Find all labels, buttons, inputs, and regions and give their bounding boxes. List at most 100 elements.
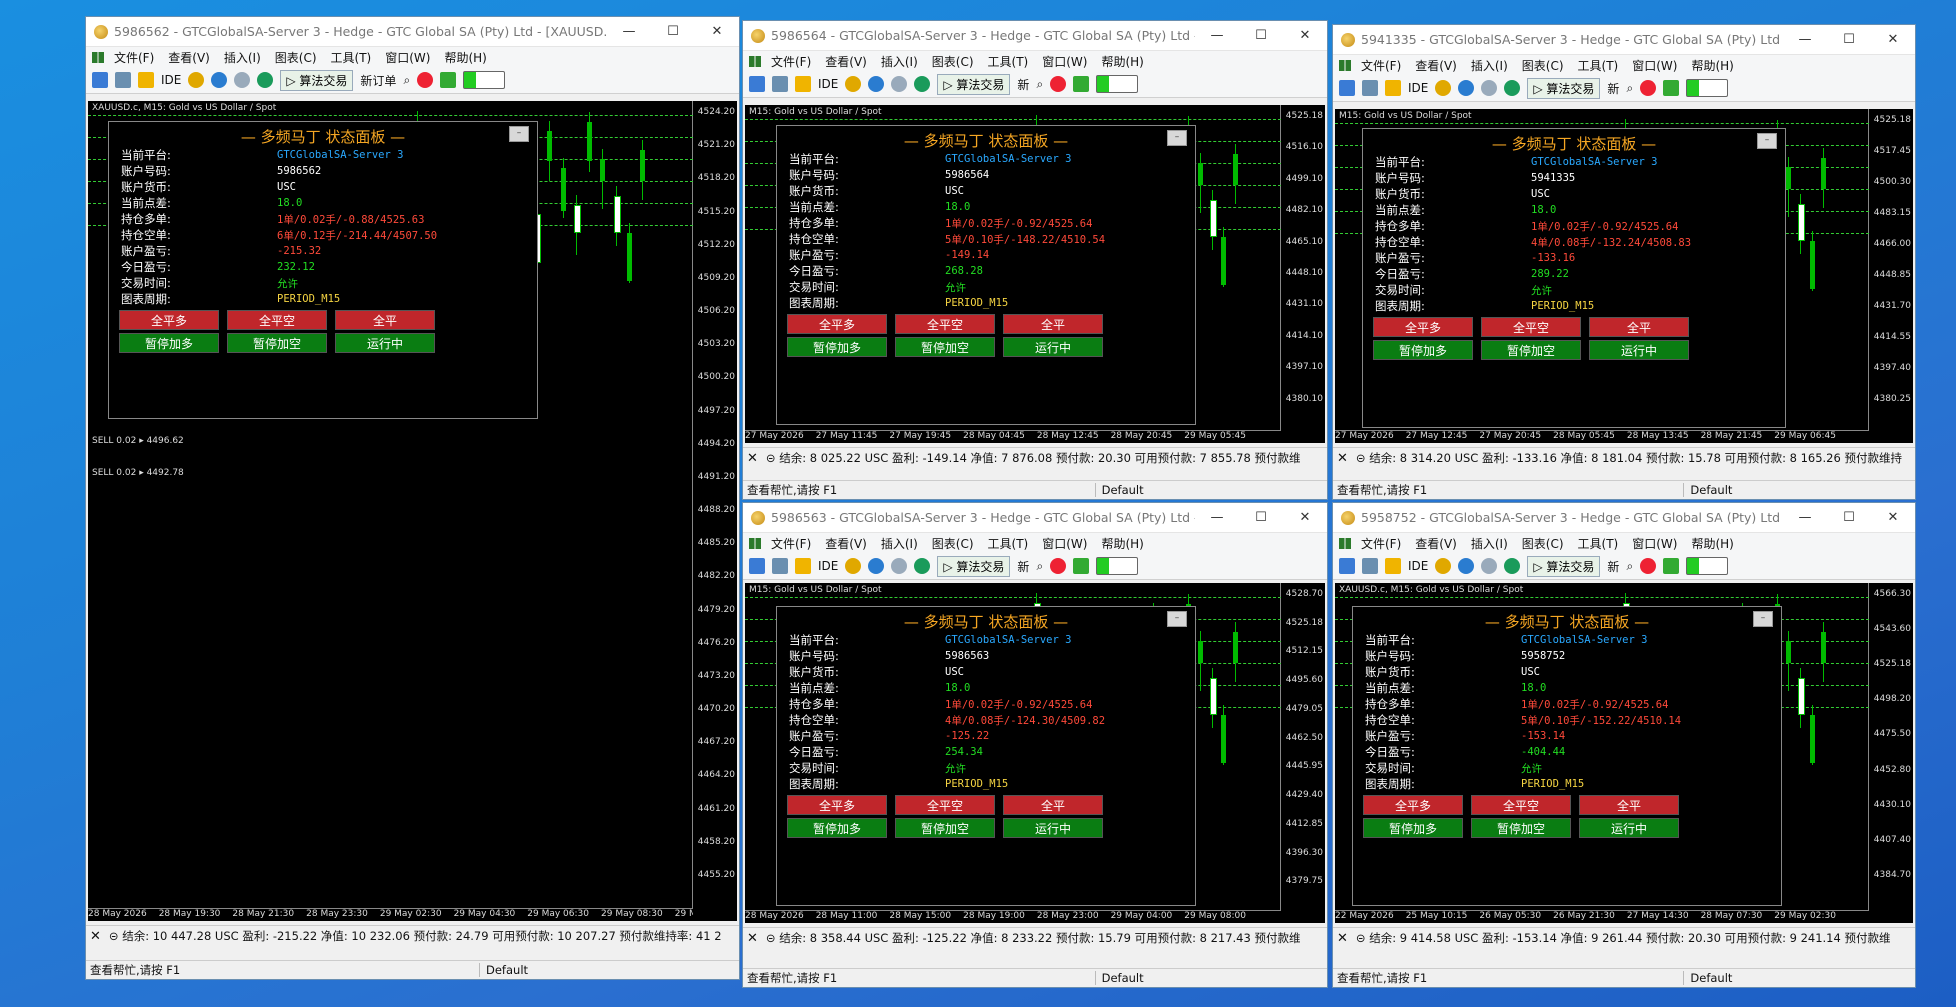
control-button[interactable]: 暂停加空 [227,333,327,353]
search-icon[interactable]: ⌕ [1626,81,1633,96]
menu-item[interactable]: 插入(I) [224,49,261,66]
search-icon[interactable]: ⌕ [403,73,410,88]
minimize-button[interactable]: — [1195,510,1239,525]
menu-item[interactable]: 工具(T) [988,535,1029,552]
close-button[interactable]: 全平 [335,310,435,330]
menu-item[interactable]: 文件(F) [771,53,811,70]
close-button[interactable]: 全平空 [1471,795,1571,815]
close-button[interactable]: 全平空 [895,314,995,334]
panel-collapse-button[interactable]: – [509,126,529,142]
close-button[interactable]: ✕ [695,24,739,39]
close-button[interactable]: ✕ [1871,510,1915,525]
close-button[interactable]: ✕ [1283,28,1327,43]
close-button[interactable]: 全平多 [119,310,219,330]
menu-item[interactable]: 查看(V) [1415,535,1457,552]
close-button[interactable]: ✕ [1283,510,1327,525]
notification-icon[interactable] [1640,80,1657,96]
minimize-button[interactable]: — [607,24,651,39]
control-button[interactable]: 运行中 [1589,340,1689,360]
menu-item[interactable]: 帮助(H) [1101,535,1143,552]
maximize-button[interactable]: ☐ [1827,510,1871,525]
algo-trading-button[interactable]: ▷ 算法交易 [937,73,1011,95]
maximize-button[interactable]: ☐ [1239,510,1283,525]
ide-button[interactable]: IDE [1408,559,1428,573]
title-bar[interactable]: 5941335 - GTCGlobalSA-Server 3 - Hedge -… [1333,25,1915,55]
toolbox-close-icon[interactable]: ✕ [90,929,101,944]
timeframe-icon[interactable] [115,72,131,88]
search-icon[interactable]: ⌕ [1036,77,1043,92]
line-chart-icon[interactable] [749,76,765,92]
timeframe-icon[interactable] [772,558,788,574]
signal-icon[interactable] [1458,80,1475,96]
menu-item[interactable]: 工具(T) [1578,535,1619,552]
control-button[interactable]: 暂停加多 [787,818,887,838]
minimize-button[interactable]: — [1195,28,1239,43]
new-order-button[interactable]: 新 [1017,558,1029,575]
control-button[interactable]: 暂停加多 [1373,340,1473,360]
close-button[interactable]: 全平多 [1363,795,1463,815]
menu-item[interactable]: 文件(F) [1361,535,1401,552]
control-button[interactable]: 运行中 [1003,337,1103,357]
close-button[interactable]: 全平 [1003,314,1103,334]
algo-trading-button[interactable]: ▷ 算法交易 [1527,77,1601,99]
menu-item[interactable]: 图表(C) [932,535,974,552]
menu-item[interactable]: 插入(I) [881,53,918,70]
close-button[interactable]: 全平 [1579,795,1679,815]
menu-item[interactable]: 文件(F) [1361,57,1401,74]
menu-item[interactable]: 插入(I) [1471,535,1508,552]
dollar-icon[interactable] [1385,558,1401,574]
signal-icon[interactable] [1458,558,1475,574]
new-order-button[interactable]: 新 [1607,80,1619,97]
control-button[interactable]: 暂停加多 [1363,818,1463,838]
cloud-icon[interactable] [891,558,908,574]
control-button[interactable]: 暂停加空 [895,818,995,838]
menu-item[interactable]: 窗口(W) [1042,535,1087,552]
control-button[interactable]: 运行中 [1579,818,1679,838]
close-button[interactable]: 全平多 [787,795,887,815]
close-button[interactable]: 全平空 [1481,317,1581,337]
close-button[interactable]: 全平空 [227,310,327,330]
menu-item[interactable]: 工具(T) [988,53,1029,70]
lock-icon[interactable] [845,558,862,574]
menu-item[interactable]: 查看(V) [168,49,210,66]
search-icon[interactable]: ⌕ [1626,559,1633,574]
signal-icon[interactable] [868,76,885,92]
toolbox-close-icon[interactable]: ✕ [1337,451,1348,466]
lock-icon[interactable] [1435,558,1452,574]
timeframe-icon[interactable] [1362,80,1378,96]
notification-icon[interactable] [417,72,434,88]
menu-item[interactable]: 图表(C) [1522,535,1564,552]
menu-item[interactable]: 帮助(H) [444,49,486,66]
dollar-icon[interactable] [795,558,811,574]
vps-icon[interactable] [914,76,931,92]
panel-collapse-button[interactable]: – [1167,611,1187,627]
ide-button[interactable]: IDE [161,73,181,87]
ide-button[interactable]: IDE [818,77,838,91]
maximize-button[interactable]: ☐ [1239,28,1283,43]
line-chart-icon[interactable] [1339,80,1355,96]
signal-icon[interactable] [211,72,228,88]
control-button[interactable]: 暂停加空 [1481,340,1581,360]
menu-item[interactable]: 窗口(W) [1632,535,1677,552]
menu-item[interactable]: 插入(I) [1471,57,1508,74]
vps-icon[interactable] [1504,558,1521,574]
minimize-button[interactable]: — [1783,32,1827,47]
menu-item[interactable]: 帮助(H) [1691,57,1733,74]
cloud-icon[interactable] [891,76,908,92]
vps-icon[interactable] [257,72,274,88]
lock-icon[interactable] [188,72,205,88]
line-chart-icon[interactable] [749,558,765,574]
new-order-button[interactable]: 新 [1607,558,1619,575]
ide-button[interactable]: IDE [1408,81,1428,95]
panel-collapse-button[interactable]: – [1757,133,1777,149]
close-button[interactable]: 全平多 [787,314,887,334]
menu-item[interactable]: 查看(V) [825,53,867,70]
minimize-button[interactable]: — [1783,510,1827,525]
panel-collapse-button[interactable]: – [1753,611,1773,627]
close-button[interactable]: 全平多 [1373,317,1473,337]
line-chart-icon[interactable] [92,72,108,88]
menu-item[interactable]: 窗口(W) [1042,53,1087,70]
control-button[interactable]: 暂停加空 [1471,818,1571,838]
toolbox-close-icon[interactable]: ✕ [747,451,758,466]
menu-item[interactable]: 文件(F) [114,49,154,66]
